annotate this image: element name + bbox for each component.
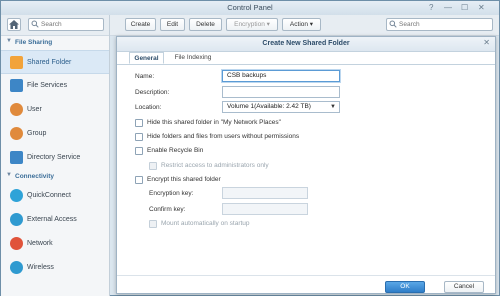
wireless-icon bbox=[10, 261, 23, 274]
shared-folder-icon bbox=[10, 56, 23, 69]
mount-auto-label: Mount automatically on startup bbox=[161, 220, 250, 227]
name-label: Name: bbox=[135, 73, 155, 80]
control-panel-window: Control Panel ? — ☐ ✕ ▼ File Sharing bbox=[0, 0, 500, 296]
window-title: Control Panel bbox=[227, 3, 273, 12]
quickconnect-icon bbox=[10, 189, 23, 202]
name-field[interactable]: CSB backups bbox=[222, 70, 340, 82]
confirm-key-field[interactable] bbox=[222, 203, 308, 215]
section-label: File Sharing bbox=[15, 39, 53, 46]
create-shared-folder-dialog: Create New Shared Folder ✕ General File … bbox=[116, 36, 496, 294]
tab-file-indexing[interactable]: File Indexing bbox=[169, 52, 217, 64]
chevron-down-icon: ▼ bbox=[6, 38, 12, 44]
description-label: Description: bbox=[135, 89, 170, 96]
section-file-sharing[interactable]: ▼ File Sharing bbox=[1, 38, 109, 49]
hide-without-permission-checkbox[interactable] bbox=[135, 133, 143, 141]
maximize-icon[interactable]: ☐ bbox=[461, 3, 468, 12]
ok-button[interactable]: OK bbox=[385, 281, 425, 293]
dialog-close-icon[interactable]: ✕ bbox=[483, 38, 490, 47]
hide-network-places-label: Hide this shared folder in "My Network P… bbox=[147, 119, 281, 126]
restrict-admin-label: Restrict access to administrators only bbox=[161, 162, 269, 169]
section-connectivity[interactable]: ▼ Connectivity bbox=[1, 172, 109, 183]
close-icon[interactable]: ✕ bbox=[478, 3, 485, 12]
dialog-footer-divider bbox=[117, 275, 495, 276]
sidebar-item-directory-service[interactable]: Directory Service bbox=[1, 146, 109, 170]
search-icon bbox=[31, 20, 39, 28]
chevron-down-icon: ▼ bbox=[6, 172, 12, 178]
mount-auto-checkbox[interactable] bbox=[149, 220, 157, 228]
location-label: Location: bbox=[135, 104, 162, 111]
action-dropdown-button[interactable]: Action ▾ bbox=[282, 18, 321, 31]
dialog-title: Create New Shared Folder bbox=[262, 40, 350, 47]
sidebar-item-label: File Services bbox=[27, 82, 68, 89]
encrypt-label: Encrypt this shared folder bbox=[147, 176, 221, 183]
encryption-key-label: Encryption key: bbox=[149, 190, 194, 197]
minimize-icon[interactable]: — bbox=[444, 3, 452, 12]
cancel-button[interactable]: Cancel bbox=[444, 281, 484, 293]
sidebar-item-network[interactable]: Network bbox=[1, 232, 109, 256]
hide-network-places-checkbox[interactable] bbox=[135, 119, 143, 127]
sidebar-item-wireless[interactable]: Wireless bbox=[1, 256, 109, 280]
sidebar-item-group[interactable]: Group bbox=[1, 122, 109, 146]
sidebar: ▼ File Sharing Shared Folder File Servic… bbox=[1, 15, 110, 296]
encryption-key-field[interactable] bbox=[222, 187, 308, 199]
sidebar-item-shared-folder[interactable]: Shared Folder bbox=[1, 50, 109, 74]
location-value: Volume 1(Available: 2.42 TB) bbox=[227, 103, 311, 110]
chevron-down-icon: ▼ bbox=[330, 104, 336, 110]
external-access-icon bbox=[10, 213, 23, 226]
create-button[interactable]: Create bbox=[125, 18, 156, 31]
toolbar-search-input[interactable] bbox=[399, 20, 489, 29]
network-icon bbox=[10, 237, 23, 250]
title-bar: Control Panel ? — ☐ ✕ bbox=[1, 1, 499, 16]
tab-general[interactable]: General bbox=[129, 52, 164, 64]
help-icon[interactable]: ? bbox=[429, 3, 433, 12]
sidebar-header bbox=[1, 15, 109, 36]
edit-button[interactable]: Edit bbox=[160, 18, 185, 31]
sidebar-item-label: Shared Folder bbox=[27, 59, 72, 66]
sidebar-item-label: Wireless bbox=[27, 264, 54, 271]
enable-recycle-bin-checkbox[interactable] bbox=[135, 147, 143, 155]
file-services-icon bbox=[10, 79, 23, 92]
sidebar-item-external-access[interactable]: External Access bbox=[1, 208, 109, 232]
sidebar-item-file-services[interactable]: File Services bbox=[1, 74, 109, 98]
delete-button[interactable]: Delete bbox=[189, 18, 222, 31]
hide-without-permission-label: Hide folders and files from users withou… bbox=[147, 133, 300, 140]
location-select[interactable]: Volume 1(Available: 2.42 TB) ▼ bbox=[222, 101, 340, 113]
encryption-dropdown-button[interactable]: Encryption ▾ bbox=[226, 18, 278, 31]
toolbar-search-box[interactable] bbox=[386, 18, 493, 31]
restrict-admin-checkbox[interactable] bbox=[149, 162, 157, 170]
search-icon bbox=[389, 20, 397, 28]
sidebar-item-label: User bbox=[27, 106, 42, 113]
sidebar-item-label: External Access bbox=[27, 216, 77, 223]
sidebar-search-box[interactable] bbox=[28, 18, 104, 31]
confirm-key-label: Confirm key: bbox=[149, 206, 186, 213]
section-label: Connectivity bbox=[15, 173, 55, 180]
home-button[interactable] bbox=[7, 18, 21, 31]
sidebar-item-label: Directory Service bbox=[27, 154, 81, 161]
sidebar-item-label: Group bbox=[27, 130, 47, 137]
directory-service-icon bbox=[10, 151, 23, 164]
description-field[interactable] bbox=[222, 86, 340, 98]
enable-recycle-bin-label: Enable Recycle Bin bbox=[147, 147, 204, 154]
user-icon bbox=[10, 103, 23, 116]
dialog-tabs: General File Indexing bbox=[117, 51, 495, 65]
sidebar-item-label: QuickConnect bbox=[27, 192, 71, 199]
dialog-title-bar: Create New Shared Folder ✕ bbox=[117, 37, 495, 52]
sidebar-item-user[interactable]: User bbox=[1, 98, 109, 122]
sidebar-item-label: Network bbox=[27, 240, 53, 247]
group-icon bbox=[10, 127, 23, 140]
toolbar: Create Edit Delete Encryption ▾ Action ▾ bbox=[110, 15, 499, 36]
sidebar-item-quickconnect[interactable]: QuickConnect bbox=[1, 184, 109, 208]
sidebar-search-input[interactable] bbox=[41, 20, 101, 29]
home-icon bbox=[9, 20, 19, 29]
encrypt-checkbox[interactable] bbox=[135, 176, 143, 184]
